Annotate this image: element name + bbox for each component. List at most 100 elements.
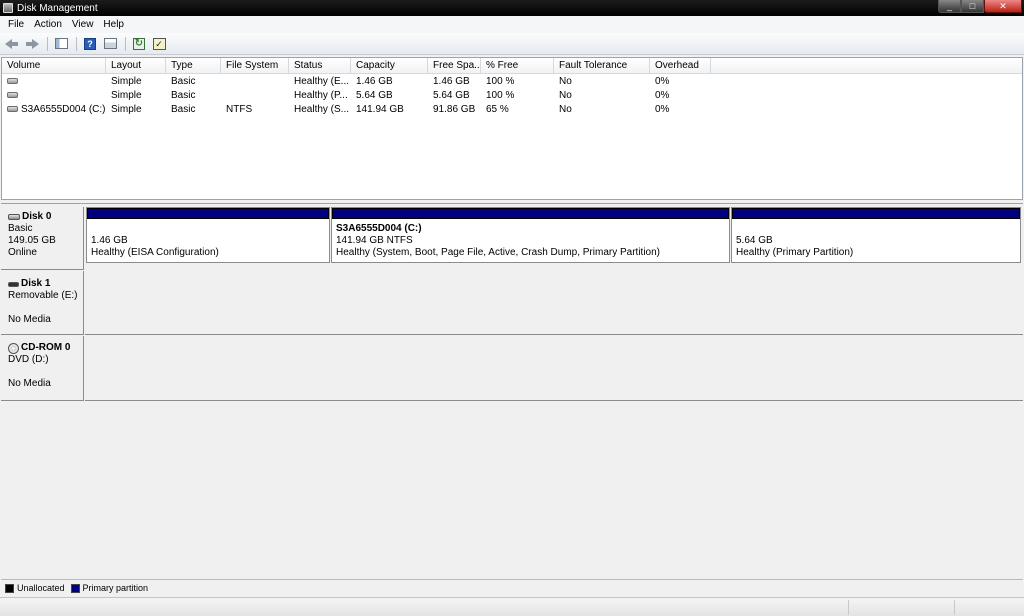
disk-type: DVD (D:) bbox=[8, 354, 49, 365]
forward-button[interactable] bbox=[23, 36, 41, 52]
disk-type: Removable (E:) bbox=[8, 290, 78, 301]
refresh-button[interactable]: ↻ bbox=[130, 36, 148, 52]
show-hide-console-tree-icon bbox=[54, 38, 68, 49]
table-row[interactable]: Simple Basic Healthy (P... 5.64 GB 5.64 … bbox=[2, 89, 1022, 103]
forward-arrow-icon bbox=[25, 38, 39, 49]
column-header-free-space[interactable]: Free Spa... bbox=[428, 58, 481, 74]
fault-tolerance-cell: No bbox=[559, 76, 572, 87]
toolbar-separator bbox=[125, 36, 126, 51]
check-list-icon: ✓ bbox=[152, 37, 166, 50]
column-header-type[interactable]: Type bbox=[166, 58, 221, 74]
back-button[interactable] bbox=[3, 36, 21, 52]
disk-1-label[interactable]: Disk 1 Removable (E:) No Media bbox=[1, 271, 84, 335]
menu-help[interactable]: Help bbox=[98, 19, 129, 30]
disk-row-0: Disk 0 Basic 149.05 GB Online 1.46 GB He… bbox=[1, 207, 1023, 270]
disk-state: Online bbox=[8, 247, 37, 258]
partition-status: Healthy (EISA Configuration) bbox=[91, 247, 219, 258]
partition-name bbox=[736, 223, 1020, 235]
volume-cell bbox=[2, 89, 106, 103]
column-header-overhead[interactable]: Overhead bbox=[650, 58, 711, 74]
hard-disk-icon bbox=[8, 214, 20, 220]
partition-size: 5.64 GB bbox=[736, 235, 773, 246]
toolbar: ? ↻ ✓ bbox=[0, 33, 1024, 55]
disk-management-app-icon bbox=[3, 3, 13, 13]
legend: Unallocated Primary partition bbox=[1, 579, 1023, 596]
disk-name: Disk 0 bbox=[22, 211, 52, 222]
help-button[interactable]: ? bbox=[81, 36, 99, 52]
percent-free-cell: 100 % bbox=[486, 76, 515, 87]
file-system-cell bbox=[221, 75, 289, 89]
disk-row-1: Disk 1 Removable (E:) No Media bbox=[1, 271, 1023, 335]
minimize-button[interactable]: _ bbox=[938, 0, 961, 13]
maximize-button[interactable]: □ bbox=[961, 0, 984, 13]
status-bar-segment bbox=[848, 600, 954, 615]
status-bar bbox=[0, 597, 1024, 616]
free-space-cell: 5.64 GB bbox=[433, 90, 470, 101]
status-bar-segment bbox=[954, 600, 1022, 615]
menu-view[interactable]: View bbox=[67, 19, 99, 30]
legend-label: Primary partition bbox=[82, 583, 149, 593]
rescan-disks-button[interactable]: ✓ bbox=[150, 36, 168, 52]
window-controls: _ □ ✕ bbox=[938, 0, 1022, 13]
title-bar: Disk Management _ □ ✕ bbox=[0, 0, 1024, 16]
toolbar-separator bbox=[47, 36, 48, 51]
volume-drive-icon bbox=[7, 78, 18, 84]
disk-type: Basic bbox=[8, 223, 33, 234]
type-cell: Basic bbox=[171, 90, 196, 101]
volume-drive-icon bbox=[7, 92, 18, 98]
column-header-file-system[interactable]: File System bbox=[221, 58, 289, 74]
properties-button[interactable] bbox=[101, 36, 119, 52]
partition-name bbox=[91, 223, 329, 235]
column-header-capacity[interactable]: Capacity bbox=[351, 58, 428, 74]
volume-list[interactable]: Volume Layout Type File System Status Ca… bbox=[1, 57, 1023, 200]
column-header-layout[interactable]: Layout bbox=[106, 58, 166, 74]
menu-file[interactable]: File bbox=[3, 19, 29, 30]
column-header-volume[interactable]: Volume bbox=[2, 58, 106, 74]
disk-0-label[interactable]: Disk 0 Basic 149.05 GB Online bbox=[1, 207, 84, 270]
layout-cell: Simple bbox=[111, 104, 142, 115]
column-header-percent-free[interactable]: % Free bbox=[481, 58, 554, 74]
table-row[interactable]: S3A6555D004 (C:) Simple Basic NTFS Healt… bbox=[2, 103, 1022, 117]
free-space-cell: 1.46 GB bbox=[433, 76, 470, 87]
volume-cell: S3A6555D004 (C:) bbox=[2, 103, 106, 117]
volume-cell bbox=[2, 75, 106, 89]
status-cell: Healthy (S... bbox=[294, 104, 350, 115]
partition-status: Healthy (Primary Partition) bbox=[736, 247, 854, 258]
table-row[interactable]: Simple Basic Healthy (E... 1.46 GB 1.46 … bbox=[2, 75, 1022, 89]
help-icon: ? bbox=[84, 37, 96, 50]
overhead-cell: 0% bbox=[655, 90, 670, 101]
column-header-fault-tolerance[interactable]: Fault Tolerance bbox=[554, 58, 650, 74]
menu-bar: File Action View Help bbox=[0, 16, 1024, 33]
volume-drive-icon bbox=[7, 106, 18, 112]
legend-item-primary: Primary partition bbox=[70, 583, 149, 593]
show-hide-tree-button[interactable] bbox=[52, 36, 70, 52]
partition-eisa[interactable]: 1.46 GB Healthy (EISA Configuration) bbox=[86, 207, 330, 263]
cdrom-0-label[interactable]: CD-ROM 0 DVD (D:) No Media bbox=[1, 336, 84, 401]
fault-tolerance-cell: No bbox=[559, 104, 572, 115]
cd-drive-icon bbox=[8, 342, 19, 354]
disk-1-empty-area bbox=[85, 271, 1023, 335]
partition-primary[interactable]: 5.64 GB Healthy (Primary Partition) bbox=[731, 207, 1021, 263]
disk-size: 149.05 GB bbox=[8, 235, 56, 246]
partition-c-drive[interactable]: S3A6555D004 (C:) 141.94 GB NTFS Healthy … bbox=[331, 207, 730, 263]
menu-action[interactable]: Action bbox=[29, 19, 67, 30]
column-headers: Volume Layout Type File System Status Ca… bbox=[2, 58, 1022, 74]
type-cell: Basic bbox=[171, 76, 196, 87]
disk-size bbox=[8, 366, 83, 378]
percent-free-cell: 65 % bbox=[486, 104, 509, 115]
status-cell: Healthy (P... bbox=[294, 90, 348, 101]
type-cell: Basic bbox=[171, 104, 196, 115]
disk-size bbox=[8, 302, 83, 314]
disk-map: Disk 0 Basic 149.05 GB Online 1.46 GB He… bbox=[1, 203, 1023, 579]
partition-size: 1.46 GB bbox=[91, 235, 128, 246]
properties-icon bbox=[103, 38, 117, 49]
free-space-cell: 91.86 GB bbox=[433, 104, 476, 115]
column-header-status[interactable]: Status bbox=[289, 58, 351, 74]
refresh-icon: ↻ bbox=[133, 37, 145, 50]
disk-name: Disk 1 bbox=[21, 278, 51, 289]
disk-state: No Media bbox=[8, 378, 51, 389]
toolbar-separator bbox=[76, 36, 77, 51]
close-button[interactable]: ✕ bbox=[984, 0, 1022, 13]
percent-free-cell: 100 % bbox=[486, 90, 515, 101]
layout-cell: Simple bbox=[111, 90, 142, 101]
